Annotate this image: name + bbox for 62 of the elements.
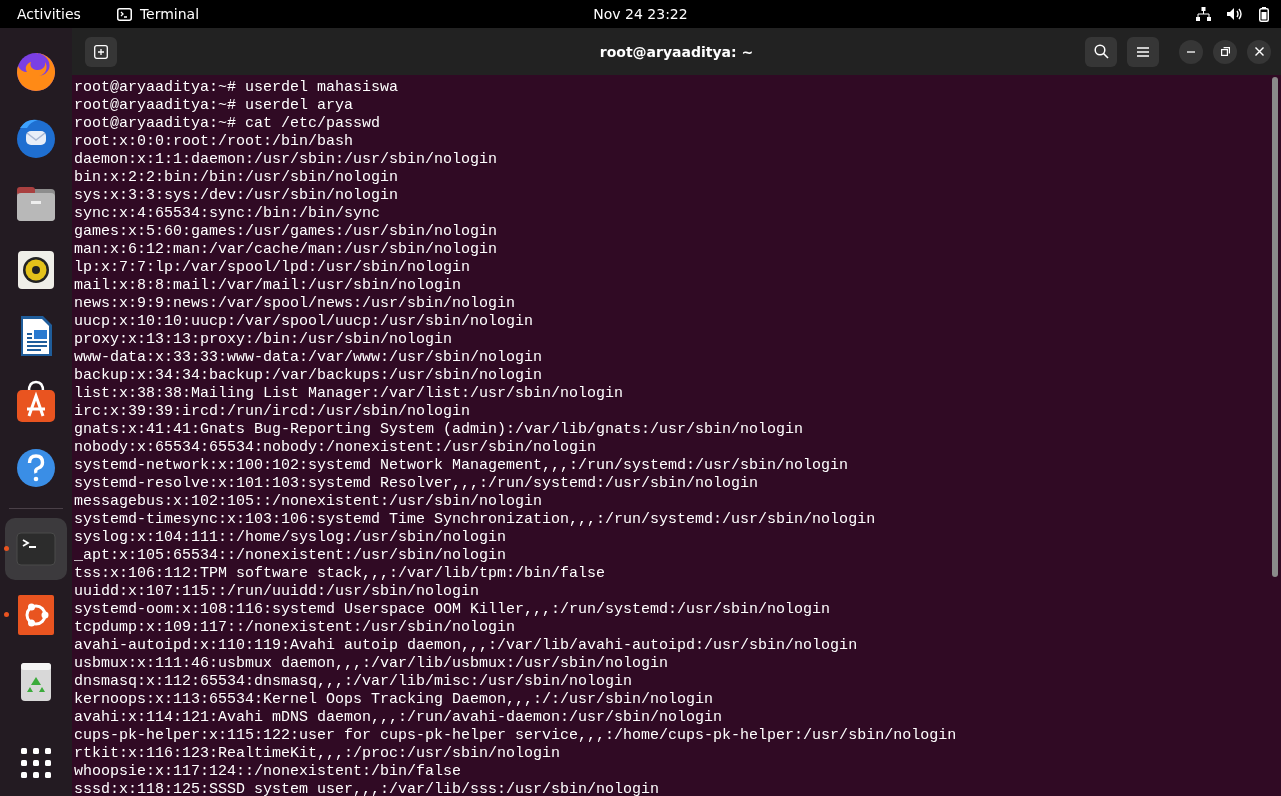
terminal-line: usbmux:x:111:46:usbmux daemon,,,:/var/lib/usbmux:/usr/sbin/nologin bbox=[74, 655, 669, 673]
terminal-line: whoopsie:x:117:124::/nonexistent:/bin/false bbox=[74, 763, 462, 781]
terminal-line: www-data:x:33:33:www-data:/var/www:/usr/sbin/nologin bbox=[74, 349, 543, 367]
terminal-line: sssd:x:118:125:SSSD system user,,,:/var/lib/sss:/usr/sbin/nologin bbox=[74, 781, 660, 796]
volume-icon[interactable] bbox=[1227, 7, 1243, 21]
terminal-line: _apt:x:105:65534::/nonexistent:/usr/sbin/nologin bbox=[74, 547, 507, 565]
terminal-line: mail:x:8:8:mail:/var/mail:/usr/sbin/nologin bbox=[74, 277, 462, 295]
app-menu-label[interactable]: Terminal bbox=[139, 6, 200, 22]
scrollbar-thumb[interactable] bbox=[1272, 77, 1278, 577]
menu-icon bbox=[1137, 46, 1149, 57]
terminal-line: sync:x:4:65534:sync:/bin:/bin/sync bbox=[74, 205, 381, 223]
terminal-line: systemd-oom:x:108:116:systemd Userspace OOM Killer,,,:/run/systemd:/usr/sbin/nologin bbox=[74, 601, 831, 619]
minimize-icon bbox=[1187, 50, 1195, 53]
terminal-line: dnsmasq:x:112:65534:dnsmasq,,,:/var/lib/misc:/usr/sbin/nologin bbox=[74, 673, 633, 691]
terminal-line: rtkit:x:116:123:RealtimeKit,,,:/proc:/usr/sbin/nologin bbox=[74, 745, 561, 763]
terminal-line: news:x:9:9:news:/var/spool/news:/usr/sbin/nologin bbox=[74, 295, 516, 313]
terminal-line: uuidd:x:107:115::/run/uuidd:/usr/sbin/nologin bbox=[74, 583, 480, 601]
close-button[interactable] bbox=[1247, 39, 1271, 64]
terminal-line: irc:x:39:39:ircd:/run/ircd:/usr/sbin/nologin bbox=[74, 403, 471, 421]
terminal-line: root@aryaaditya:~# userdel arya bbox=[74, 97, 354, 115]
terminal-line: backup:x:34:34:backup:/var/backups:/usr/sbin/nologin bbox=[74, 367, 543, 385]
new-tab-button[interactable] bbox=[85, 36, 117, 67]
terminal-line: uucp:x:10:10:uucp:/var/spool/uucp:/usr/sbin/nologin bbox=[74, 313, 534, 331]
restore-icon bbox=[1220, 47, 1230, 56]
terminal-line: games:x:5:60:games:/usr/games:/usr/sbin/nologin bbox=[74, 223, 498, 241]
restore-button[interactable] bbox=[1213, 39, 1237, 64]
terminal-line: man:x:6:12:man:/var/cache/man:/usr/sbin/nologin bbox=[74, 241, 498, 259]
clock[interactable]: Nov 24 23:22 bbox=[593, 6, 688, 22]
terminal-line: messagebus:x:102:105::/nonexistent:/usr/sbin/nologin bbox=[74, 493, 543, 511]
terminal-line: gnats:x:41:41:Gnats Bug-Reporting System (admin):/var/lib/gnats:/usr/sbin/nologin bbox=[74, 421, 804, 439]
terminal-line: tss:x:106:112:TPM software stack,,,:/var/lib/tpm:/bin/false bbox=[74, 565, 606, 583]
network-icon[interactable] bbox=[1196, 7, 1211, 21]
activities-button[interactable]: Activities bbox=[17, 6, 81, 22]
terminal-line: daemon:x:1:1:daemon:/usr/sbin:/usr/sbin/nologin bbox=[74, 151, 498, 169]
terminal-line: systemd-network:x:100:102:systemd Network Management,,,:/run/systemd:/usr/sbin/nologin bbox=[74, 457, 849, 475]
close-icon bbox=[1254, 47, 1264, 56]
terminal-line: root:x:0:0:root:/root:/bin/bash bbox=[74, 133, 354, 151]
terminal-line: cups-pk-helper:x:115:122:user for cups-pk-helper service,,,:/home/cups-pk-helper:/usr/sbin/nologin bbox=[74, 727, 957, 745]
battery-icon[interactable] bbox=[1259, 6, 1269, 22]
terminal-line: sys:x:3:3:sys:/dev:/usr/sbin/nologin bbox=[74, 187, 399, 205]
terminal-icon bbox=[116, 7, 132, 21]
search-button[interactable] bbox=[1085, 36, 1117, 67]
menu-button[interactable] bbox=[1127, 36, 1159, 67]
window-title: root@aryaaditya: ~ bbox=[599, 43, 754, 60]
search-icon bbox=[1093, 44, 1109, 59]
terminal-line: lp:x:7:7:lp:/var/spool/lpd:/usr/sbin/nologin bbox=[74, 259, 471, 277]
app-grid-icon[interactable] bbox=[21, 748, 51, 778]
minimize-button[interactable] bbox=[1179, 39, 1203, 64]
terminal-line: list:x:38:38:Mailing List Manager:/var/list:/usr/sbin/nologin bbox=[74, 385, 624, 403]
terminal-line: tcpdump:x:109:117::/nonexistent:/usr/sbin/nologin bbox=[74, 619, 516, 637]
terminal-line: systemd-resolve:x:101:103:systemd Resolver,,,:/run/systemd:/usr/sbin/nologin bbox=[74, 475, 759, 493]
terminal-line: bin:x:2:2:bin:/bin:/usr/sbin/nologin bbox=[74, 169, 399, 187]
terminal-line: proxy:x:13:13:proxy:/bin:/usr/sbin/nologin bbox=[74, 331, 453, 349]
terminal-line: root@aryaaditya:~# cat /etc/passwd bbox=[74, 115, 381, 133]
terminal-line: avahi-autoipd:x:110:119:Avahi autoip daemon,,,:/var/lib/avahi-autoipd:/usr/sbin/nologin bbox=[74, 637, 858, 655]
terminal-line: avahi:x:114:121:Avahi mDNS daemon,,,:/run/avahi-daemon:/usr/sbin/nologin bbox=[74, 709, 723, 727]
terminal-line: kernoops:x:113:65534:Kernel Oops Tracking Daemon,,,:/:/usr/sbin/nologin bbox=[74, 691, 714, 709]
new-tab-icon bbox=[94, 44, 108, 59]
terminal-line: nobody:x:65534:65534:nobody:/nonexistent:/usr/sbin/nologin bbox=[74, 439, 597, 457]
terminal-line: root@aryaaditya:~# userdel mahasiswa bbox=[74, 79, 399, 97]
terminal-line: systemd-timesync:x:103:106:systemd Time Synchronization,,,:/run/systemd:/usr/sbin/nologin bbox=[74, 511, 876, 529]
terminal-line: syslog:x:104:111::/home/syslog:/usr/sbin/nologin bbox=[74, 529, 507, 547]
